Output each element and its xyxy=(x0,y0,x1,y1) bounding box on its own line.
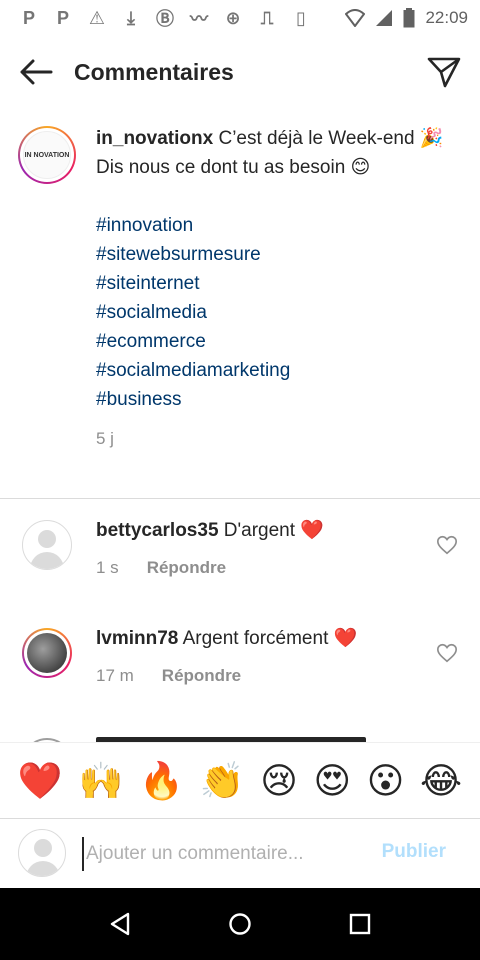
warning-icon: ⚠ xyxy=(88,7,106,28)
comment-text: bettycarlos35 D'argent ❤️ xyxy=(96,518,324,544)
innovation-logo: IN NOVATION xyxy=(23,131,71,179)
avatar[interactable] xyxy=(22,520,72,570)
caption-timestamp: 5 j xyxy=(96,429,114,448)
nav-back-button[interactable] xyxy=(100,904,140,944)
vibrate-icon: ▯ xyxy=(296,7,306,28)
battery-icon xyxy=(403,8,415,28)
heart-outline-icon[interactable] xyxy=(436,534,458,556)
signal-icon xyxy=(376,10,393,26)
profile-photo xyxy=(27,633,67,673)
comment-item: bettycarlos35 D'argent ❤️ 1 s Répondre xyxy=(0,518,480,598)
emoji-clap[interactable]: 👏 xyxy=(200,762,245,799)
hashtag-link[interactable]: #socialmediamarketing xyxy=(96,356,456,385)
caption-divider xyxy=(0,498,480,499)
circle-home-icon xyxy=(229,913,251,935)
status-bar: P P ⚠ ⤓ Ⓑ 〰 ⊕ ⎍ ▯ 22:09 xyxy=(0,0,480,36)
caption-line-2: Dis nous ce dont tu as besoin 😊 xyxy=(96,157,371,178)
emoji-laughing[interactable]: 😂 xyxy=(420,762,462,799)
hashtag-list: #innovation #sitewebsurmesure #siteinter… xyxy=(96,211,456,414)
comment-body: D'argent ❤️ xyxy=(223,520,324,541)
comment-composer: Publier xyxy=(0,818,480,888)
paper-plane-icon xyxy=(427,57,461,88)
comment-body: Argent forcément ❤️ xyxy=(182,628,358,649)
cast-icon: ⎍ xyxy=(260,7,274,28)
notification-icons: P P ⚠ ⤓ Ⓑ 〰 ⊕ ⎍ ▯ xyxy=(18,7,312,30)
reply-button[interactable]: Répondre xyxy=(147,558,226,578)
publish-button[interactable]: Publier xyxy=(382,841,446,863)
clock: 22:09 xyxy=(425,8,468,27)
comment-text: lvminn78 Argent forcément ❤️ xyxy=(96,626,357,652)
hashtag-link[interactable]: #socialmedia xyxy=(96,298,456,327)
comment-username[interactable]: lvminn78 xyxy=(96,628,178,649)
nav-home-button[interactable] xyxy=(220,904,260,944)
comment-item: lvminn78 Argent forcément ❤️ 17 m Répond… xyxy=(0,626,480,706)
back-button[interactable] xyxy=(18,54,54,90)
status-right: 22:09 xyxy=(345,8,468,28)
partial-comment-item xyxy=(0,732,480,742)
hashtag-link[interactable]: #ecommerce xyxy=(96,327,456,356)
app-header: Commentaires xyxy=(0,44,480,100)
nav-recents-button[interactable] xyxy=(340,904,380,944)
page-title: Commentaires xyxy=(74,58,234,85)
author-avatar[interactable]: IN NOVATION xyxy=(18,126,76,184)
download-icon: ⤓ xyxy=(127,7,135,28)
triangle-back-icon xyxy=(110,912,130,936)
comment-meta: 17 m Répondre xyxy=(96,666,241,686)
emoji-quick-bar: ❤️ 🙌 🔥 👏 😢 😍 😮 😂 xyxy=(0,742,480,818)
add-circle-icon: ⊕ xyxy=(225,7,241,28)
emoji-surprised[interactable]: 😮 xyxy=(367,762,405,799)
comment-timestamp: 1 s xyxy=(96,558,119,577)
heart-outline-icon[interactable] xyxy=(436,642,458,664)
avatar xyxy=(18,829,66,877)
wifi-icon xyxy=(345,9,366,27)
caption-line-1: C’est déjà le Week-end 🎉 xyxy=(218,128,444,149)
b-icon: Ⓑ xyxy=(156,9,174,29)
hashtag-link[interactable]: #siteinternet xyxy=(96,269,456,298)
p-icon: P xyxy=(56,7,69,28)
arrow-left-icon xyxy=(20,59,53,85)
avatar[interactable] xyxy=(22,628,72,678)
comment-input[interactable] xyxy=(82,837,362,871)
emoji-raised-hands[interactable]: 🙌 xyxy=(78,762,123,799)
emoji-crying[interactable]: 😢 xyxy=(260,762,298,799)
square-recents-icon xyxy=(349,913,371,935)
direct-share-button[interactable] xyxy=(426,54,462,90)
comment-username[interactable]: bettycarlos35 xyxy=(96,520,219,541)
caption-username[interactable]: in_novationx xyxy=(96,128,213,149)
activity-icon: 〰 xyxy=(190,9,208,29)
hashtag-link[interactable]: #sitewebsurmesure xyxy=(96,240,456,269)
p-icon: P xyxy=(22,7,35,28)
emoji-heart[interactable]: ❤️ xyxy=(18,762,63,799)
comment-timestamp: 17 m xyxy=(96,666,134,685)
hashtag-link[interactable]: #business xyxy=(96,385,456,414)
emoji-heart-eyes[interactable]: 😍 xyxy=(313,762,351,799)
hashtag-link[interactable]: #innovation xyxy=(96,211,456,240)
caption-body: in_novationx C’est déjà le Week-end 🎉 Di… xyxy=(96,124,456,453)
reply-button[interactable]: Répondre xyxy=(162,666,241,686)
system-nav-bar xyxy=(0,888,480,960)
caption-text: in_novationx C’est déjà le Week-end 🎉 xyxy=(96,124,456,153)
emoji-fire[interactable]: 🔥 xyxy=(139,762,184,799)
comment-meta: 1 s Répondre xyxy=(96,558,226,578)
